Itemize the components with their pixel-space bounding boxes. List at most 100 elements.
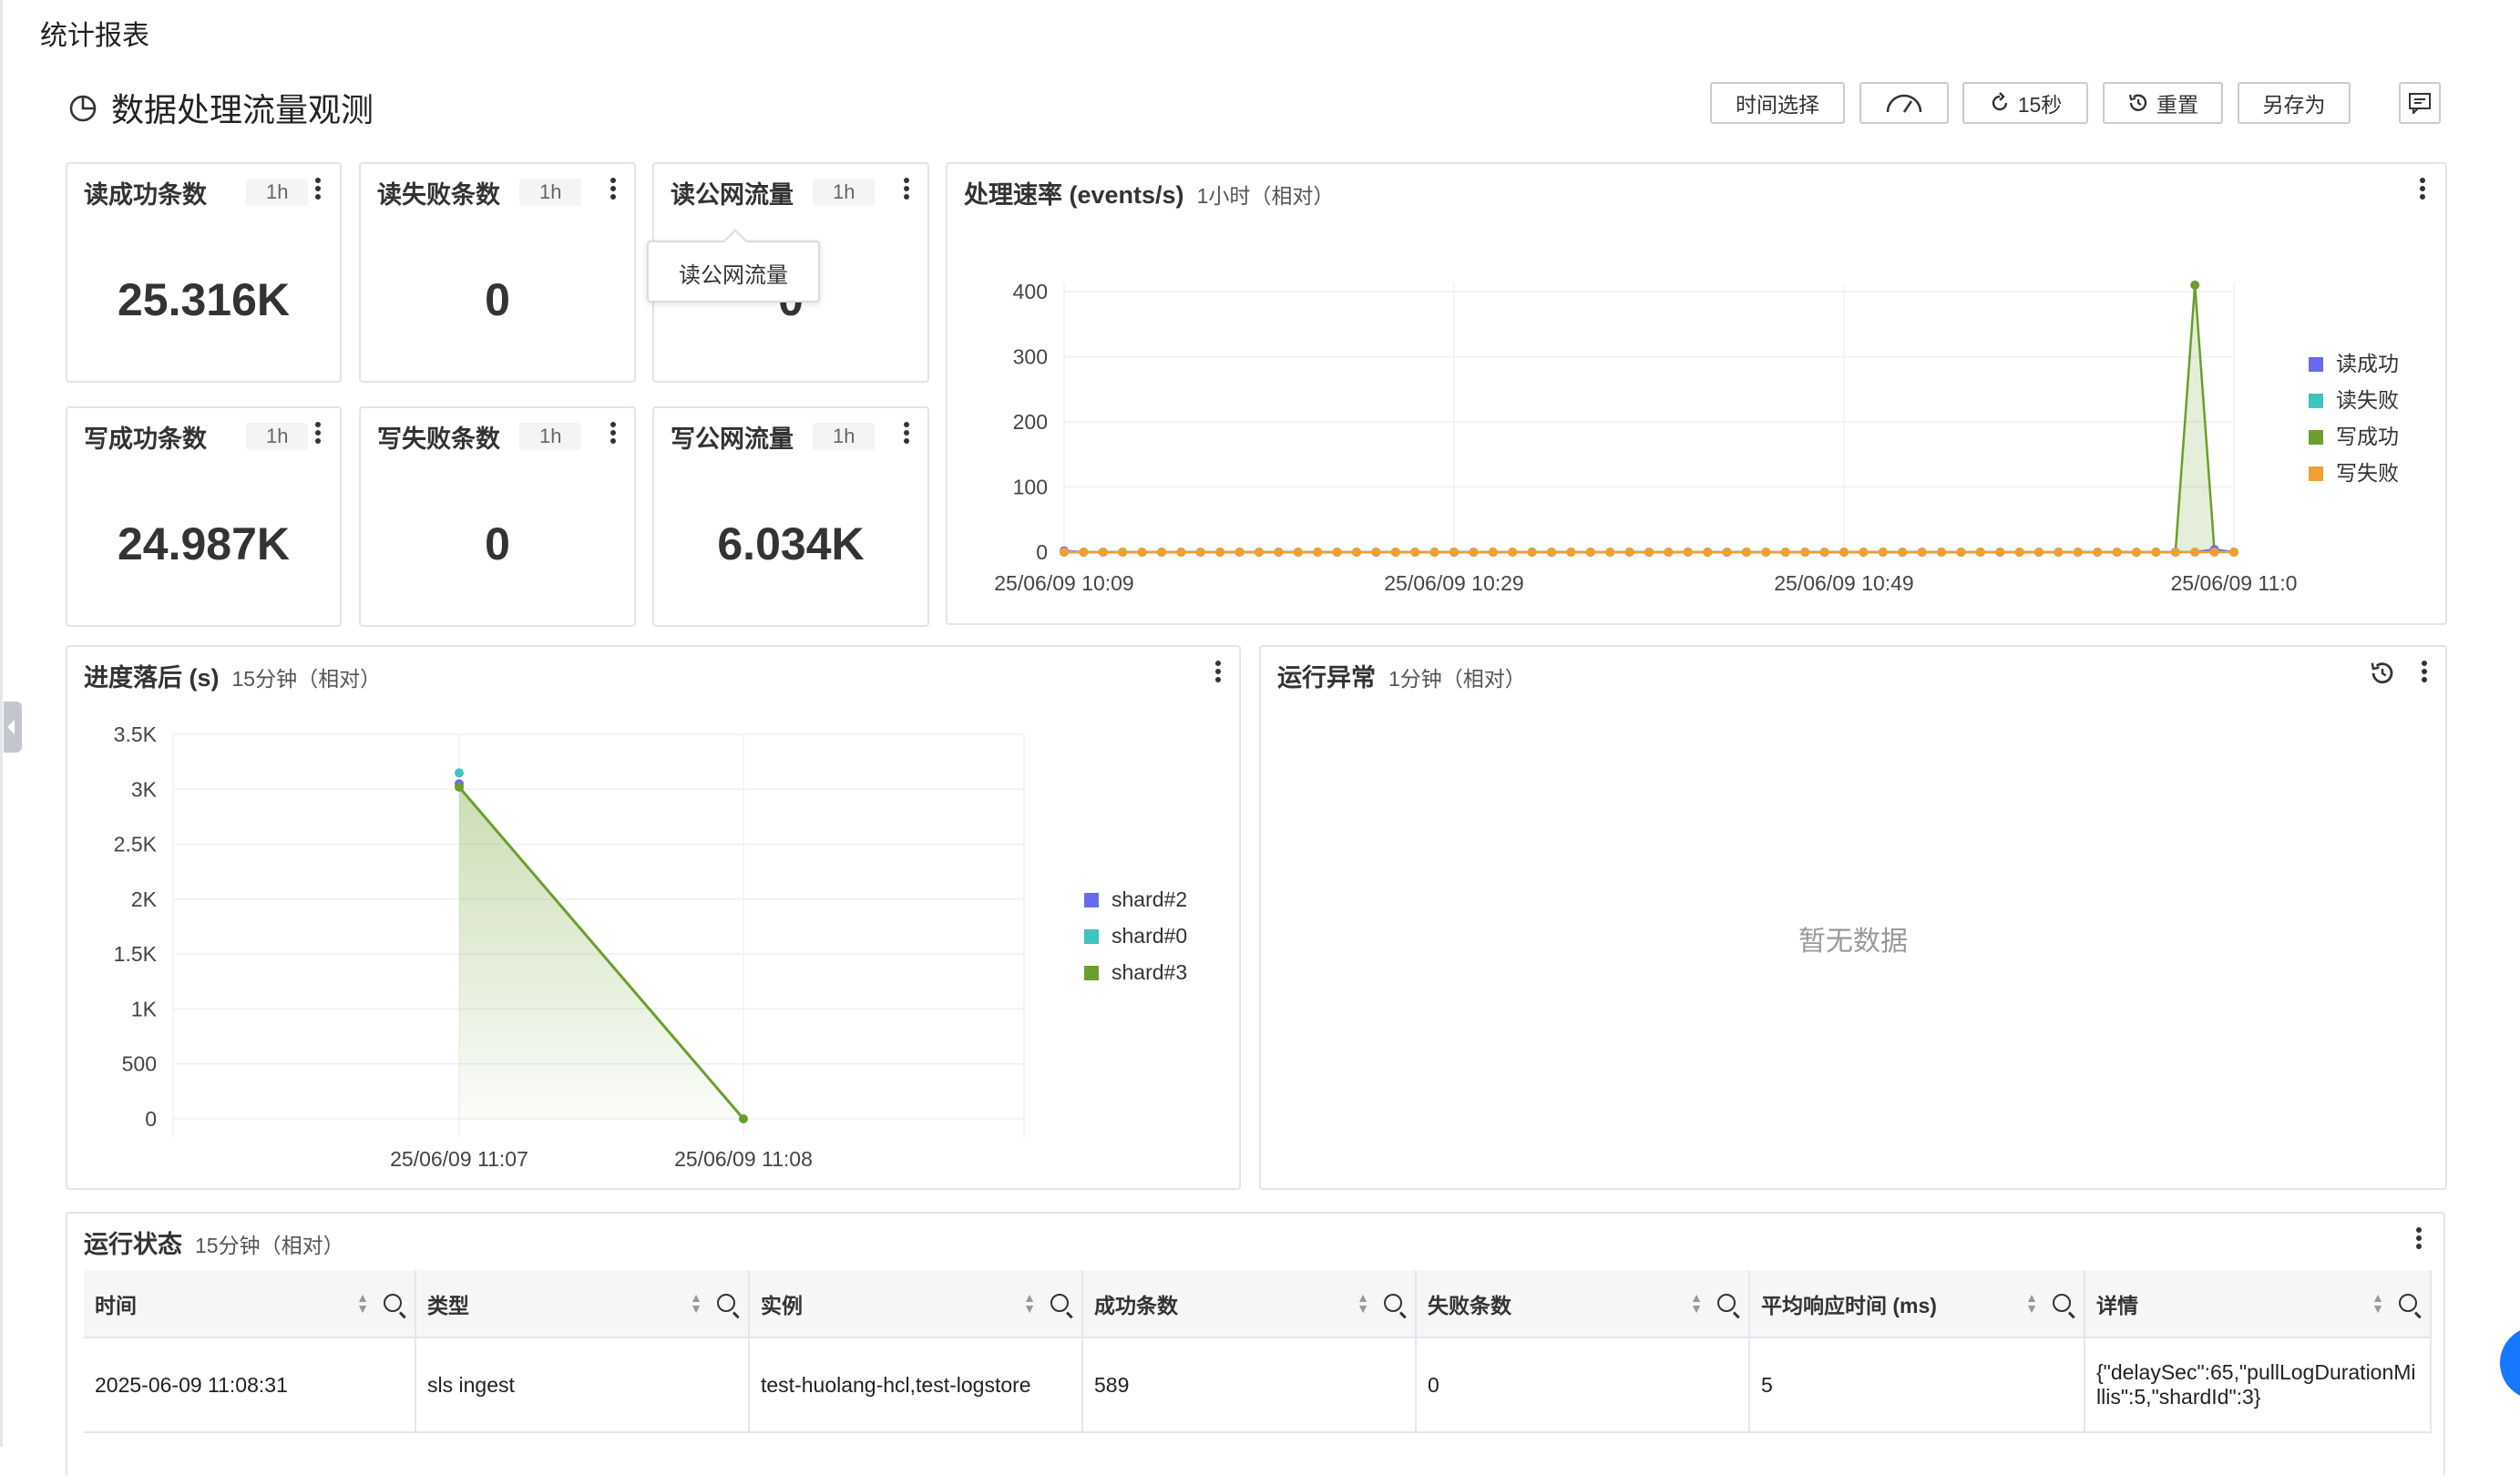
data-point[interactable] — [1624, 548, 1634, 557]
comment-button[interactable] — [2399, 82, 2441, 124]
data-point[interactable] — [1605, 548, 1615, 557]
column-header[interactable]: 类型 ▲ ▼ — [415, 1270, 750, 1338]
data-point[interactable] — [1859, 548, 1869, 557]
data-point[interactable] — [1255, 548, 1264, 557]
column-header[interactable]: 失败条数 ▲ ▼ — [1416, 1270, 1750, 1338]
data-point[interactable] — [2190, 548, 2200, 557]
data-point[interactable] — [2170, 548, 2180, 557]
data-point[interactable] — [1585, 548, 1595, 557]
reset-button[interactable]: 重置 — [2103, 82, 2223, 124]
speed-button[interactable] — [1859, 82, 1949, 124]
data-point[interactable] — [1429, 548, 1439, 557]
legend-item[interactable]: 写失败 — [2309, 456, 2399, 487]
data-point[interactable] — [1995, 548, 2005, 557]
legend-item[interactable]: shard#0 — [1084, 924, 1187, 948]
data-point[interactable] — [1761, 548, 1771, 557]
legend-item[interactable]: shard#2 — [1084, 887, 1187, 912]
data-point[interactable] — [2209, 548, 2219, 557]
data-point[interactable] — [1079, 548, 1089, 557]
history-icon[interactable] — [2369, 660, 2396, 687]
data-point[interactable] — [2054, 548, 2064, 557]
data-point[interactable] — [1137, 548, 1147, 557]
data-point[interactable] — [1742, 548, 1751, 557]
data-point[interactable] — [1975, 548, 1985, 557]
sort-icon[interactable]: ▲ ▼ — [2025, 1291, 2038, 1315]
legend-item[interactable]: 读失败 — [2309, 383, 2399, 414]
column-header[interactable]: 时间 ▲ ▼ — [84, 1270, 416, 1338]
data-point[interactable] — [1819, 548, 1829, 557]
data-point[interactable] — [1060, 548, 1069, 557]
sidebar-collapse-handle[interactable] — [4, 702, 22, 753]
search-icon[interactable] — [2399, 1294, 2422, 1318]
search-icon[interactable] — [717, 1294, 740, 1318]
data-point[interactable] — [2093, 548, 2103, 557]
data-point[interactable] — [1527, 548, 1537, 557]
data-point[interactable] — [1683, 548, 1693, 557]
auto-refresh-button[interactable]: 15秒 — [1962, 82, 2088, 124]
legend-item[interactable]: 读成功 — [2309, 346, 2399, 377]
search-icon[interactable] — [384, 1294, 406, 1318]
sort-icon[interactable]: ▲ ▼ — [690, 1291, 702, 1315]
legend-item[interactable]: 写成功 — [2309, 419, 2399, 450]
search-icon[interactable] — [1717, 1294, 1740, 1318]
data-point[interactable] — [1293, 548, 1303, 557]
time-select-button[interactable]: 时间选择 — [1710, 82, 1845, 124]
data-point[interactable] — [1547, 548, 1556, 557]
more-menu-icon[interactable] — [607, 419, 620, 450]
table-row[interactable]: 2025-06-09 11:08:31 sls ingest test-huolan… — [84, 1338, 2432, 1433]
data-point[interactable] — [1274, 548, 1284, 557]
data-point[interactable] — [2151, 548, 2161, 557]
sort-icon[interactable]: ▲ ▼ — [1023, 1291, 1036, 1315]
data-point[interactable] — [1703, 548, 1713, 557]
data-point[interactable] — [455, 782, 464, 792]
data-point[interactable] — [1098, 548, 1108, 557]
data-point[interactable] — [1664, 548, 1674, 557]
data-point[interactable] — [1118, 548, 1128, 557]
data-point[interactable] — [1390, 548, 1400, 557]
column-header[interactable]: 实例 ▲ ▼ — [749, 1270, 1083, 1338]
data-point[interactable] — [2229, 548, 2238, 557]
sort-icon[interactable]: ▲ ▼ — [356, 1291, 369, 1315]
data-point[interactable] — [1195, 548, 1205, 557]
data-point[interactable] — [2112, 548, 2122, 557]
data-point[interactable] — [455, 768, 464, 778]
data-point[interactable] — [1352, 548, 1361, 557]
data-point[interactable] — [1898, 548, 1908, 557]
data-point[interactable] — [1956, 548, 1966, 557]
data-point[interactable] — [1234, 548, 1245, 557]
search-icon[interactable] — [1384, 1294, 1407, 1318]
data-point[interactable] — [1332, 548, 1342, 557]
data-point[interactable] — [739, 1114, 748, 1123]
data-point[interactable] — [1410, 548, 1420, 557]
column-header[interactable]: 成功条数 ▲ ▼ — [1082, 1270, 1417, 1338]
more-menu-icon[interactable] — [312, 175, 324, 206]
sort-icon[interactable]: ▲ ▼ — [1357, 1291, 1369, 1315]
data-point[interactable] — [1176, 548, 1186, 557]
data-point[interactable] — [1644, 548, 1654, 557]
more-menu-icon[interactable] — [312, 419, 324, 450]
data-point[interactable] — [1937, 548, 1946, 557]
data-point[interactable] — [1215, 548, 1225, 557]
data-point[interactable] — [1371, 548, 1381, 557]
search-icon[interactable] — [1050, 1294, 1073, 1318]
save-as-button[interactable]: 另存为 — [2238, 82, 2351, 124]
data-point[interactable] — [1313, 548, 1323, 557]
more-menu-icon[interactable] — [2412, 1225, 2425, 1256]
column-header[interactable]: 平均响应时间 (ms) ▲ ▼ — [1749, 1270, 2085, 1338]
data-point[interactable] — [2132, 548, 2141, 557]
data-point[interactable] — [1878, 548, 1888, 557]
more-menu-icon[interactable] — [900, 175, 913, 206]
data-point[interactable] — [1800, 548, 1810, 557]
data-point[interactable] — [1488, 548, 1498, 557]
sort-icon[interactable]: ▲ ▼ — [1690, 1291, 1703, 1315]
data-point[interactable] — [2034, 548, 2044, 557]
data-point[interactable] — [1508, 548, 1518, 557]
data-point[interactable] — [2073, 548, 2083, 557]
search-icon[interactable] — [2053, 1294, 2075, 1318]
sort-icon[interactable]: ▲ ▼ — [2371, 1291, 2384, 1315]
more-menu-icon[interactable] — [607, 175, 620, 206]
data-point[interactable] — [1780, 548, 1790, 557]
data-point[interactable] — [1566, 548, 1576, 557]
data-point[interactable] — [2190, 280, 2200, 290]
help-fab[interactable] — [2500, 1327, 2520, 1399]
